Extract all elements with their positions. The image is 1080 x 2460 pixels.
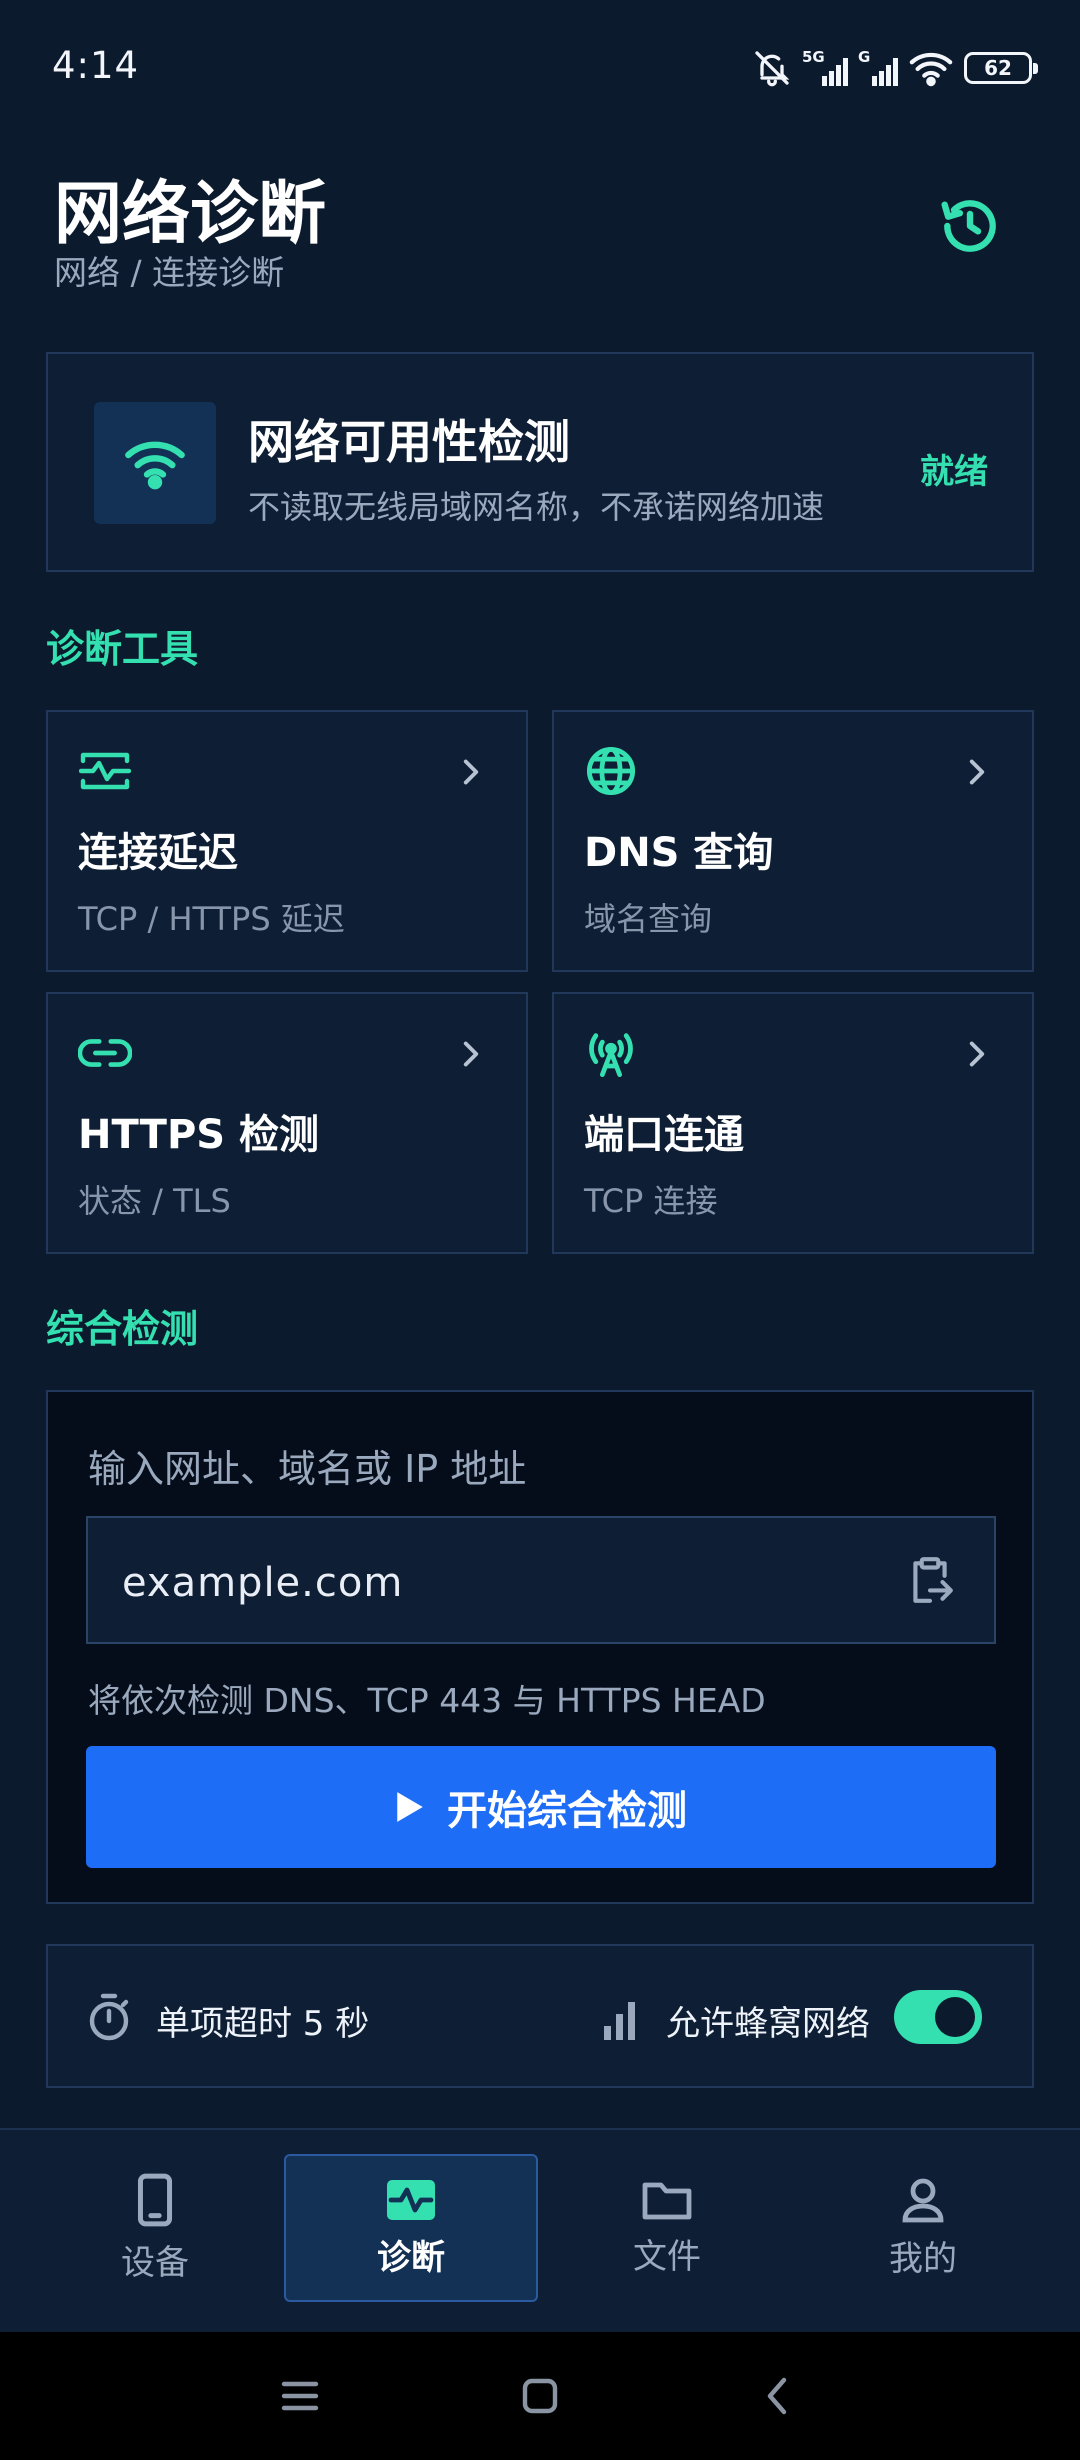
signal-g-icon: G xyxy=(858,48,898,86)
breadcrumb: 网络 / 连接诊断 xyxy=(54,253,285,292)
nav-label: 我的 xyxy=(889,2238,957,2279)
paste-button[interactable] xyxy=(902,1552,958,1608)
home-icon[interactable] xyxy=(516,2372,564,2420)
status-icons: 5G G 62 xyxy=(752,44,1038,92)
nav-label: 文件 xyxy=(633,2236,701,2277)
tool-card-port[interactable]: 端口连通 TCP 连接 xyxy=(552,992,1034,1254)
tool-title: HTTPS 检测 xyxy=(78,1112,320,1158)
folder-icon xyxy=(642,2182,692,2219)
cellular-label: 允许蜂窝网络 xyxy=(666,2004,870,2044)
nav-item-devices[interactable]: 设备 xyxy=(28,2154,282,2302)
history-icon xyxy=(941,200,996,252)
wifi-tile xyxy=(94,402,216,524)
paste-icon xyxy=(913,1557,953,1603)
link-icon xyxy=(78,1026,132,1080)
diagnostics-icon xyxy=(387,2179,435,2220)
pulse-icon xyxy=(78,744,132,798)
tool-subtitle: TCP 连接 xyxy=(584,1182,718,1220)
status-time: 4:14 xyxy=(52,44,140,87)
start-comprehensive-button[interactable]: 开始综合检测 xyxy=(86,1746,996,1868)
phone-icon xyxy=(137,2173,173,2226)
tool-card-https[interactable]: HTTPS 检测 状态 / TLS xyxy=(46,992,528,1254)
url-input[interactable]: example.com xyxy=(86,1516,996,1644)
bottom-nav: 设备 诊断 文件 我的 xyxy=(0,2128,1080,2332)
comprehensive-card: 输入网址、域名或 IP 地址 example.com 将依次检测 DNS、TCP… xyxy=(46,1390,1034,1904)
chevron-right-icon xyxy=(962,752,992,792)
timeout-label: 单项超时 5 秒 xyxy=(156,2004,370,2044)
cellular-toggle[interactable] xyxy=(894,1990,982,2044)
input-label: 输入网址、域名或 IP 地址 xyxy=(88,1447,527,1491)
tool-card-latency[interactable]: 连接延迟 TCP / HTTPS 延迟 xyxy=(46,710,528,972)
nav-item-me[interactable]: 我的 xyxy=(796,2154,1050,2302)
tool-subtitle: 域名查询 xyxy=(584,900,713,938)
tool-card-dns[interactable]: DNS 查询 域名查询 xyxy=(552,710,1034,972)
page-title: 网络诊断 xyxy=(54,175,327,254)
cellular-signal-icon xyxy=(604,1994,644,2040)
wifi-status-icon xyxy=(909,52,953,87)
comprehensive-hint: 将依次检测 DNS、TCP 443 与 HTTPS HEAD xyxy=(88,1681,766,1720)
tool-subtitle: TCP / HTTPS 延迟 xyxy=(78,900,345,938)
menu-icon[interactable] xyxy=(276,2372,324,2420)
tools-section-label: 诊断工具 xyxy=(46,627,199,671)
chevron-right-icon xyxy=(456,1034,486,1074)
url-input-value: example.com xyxy=(122,1560,404,1606)
nav-item-files[interactable]: 文件 xyxy=(540,2154,794,2302)
globe-icon xyxy=(584,744,638,798)
start-button-label: 开始综合检测 xyxy=(447,1788,687,1834)
nav-label: 设备 xyxy=(121,2242,189,2283)
person-icon xyxy=(902,2178,944,2222)
tool-title: 连接延迟 xyxy=(78,830,238,876)
availability-card[interactable]: 网络可用性检测 不读取无线局域网名称，不承诺网络加速 就绪 xyxy=(46,352,1034,572)
history-button[interactable] xyxy=(934,190,1006,262)
nav-item-diagnostics[interactable]: 诊断 xyxy=(284,2154,538,2302)
toggle-knob xyxy=(935,1997,975,2037)
nav-label: 诊断 xyxy=(377,2237,445,2278)
network-g-label: G xyxy=(858,48,871,66)
system-nav-bar xyxy=(0,2332,1080,2460)
back-icon[interactable] xyxy=(754,2372,802,2420)
tool-title: 端口连通 xyxy=(584,1112,744,1158)
tool-subtitle: 状态 / TLS xyxy=(78,1182,231,1220)
signal-5g-icon: 5G xyxy=(802,48,848,86)
availability-status: 就绪 xyxy=(920,452,988,492)
stopwatch-icon xyxy=(84,1990,134,2044)
chevron-right-icon xyxy=(962,1034,992,1074)
battery-icon: 62 xyxy=(964,52,1038,84)
chevron-right-icon xyxy=(456,752,486,792)
comprehensive-section-label: 综合检测 xyxy=(46,1307,199,1351)
wifi-icon xyxy=(125,441,185,490)
network-5g-label: 5G xyxy=(802,48,825,66)
tool-title: DNS 查询 xyxy=(584,830,774,876)
silent-bell-icon xyxy=(755,51,790,87)
availability-title: 网络可用性检测 xyxy=(248,415,570,469)
availability-subtitle: 不读取无线局域网名称，不承诺网络加速 xyxy=(248,488,825,526)
battery-level: 62 xyxy=(984,56,1012,80)
options-bar: 单项超时 5 秒 允许蜂窝网络 xyxy=(46,1944,1034,2088)
antenna-icon xyxy=(584,1026,638,1080)
play-icon xyxy=(397,1792,423,1822)
